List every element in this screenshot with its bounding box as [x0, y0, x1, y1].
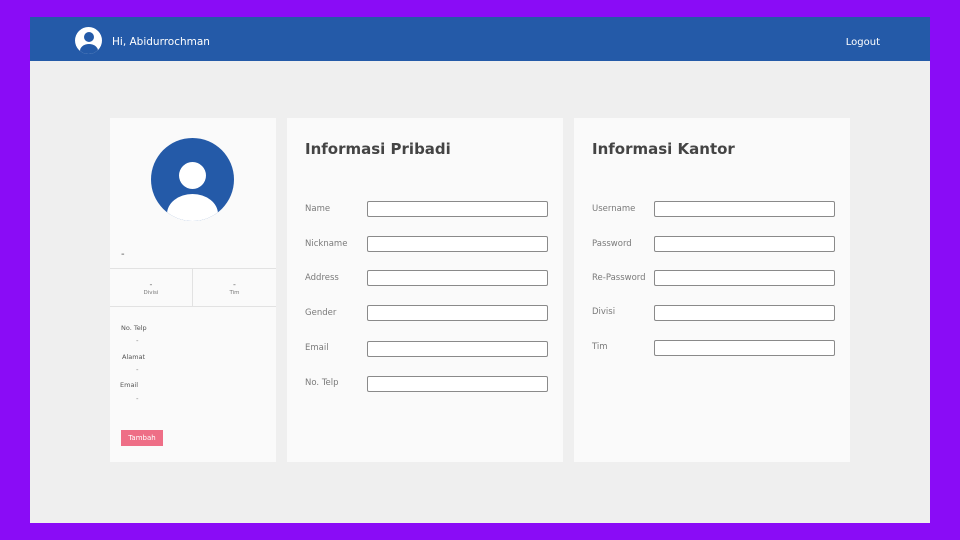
logout-link[interactable]: Logout	[846, 36, 880, 49]
username-input[interactable]	[654, 201, 835, 217]
profile-avatar-head	[179, 162, 206, 189]
profile-avatar-body	[167, 194, 218, 221]
profile-name: -	[121, 249, 125, 260]
contact-email-label: Email	[120, 381, 139, 389]
no-telp-input[interactable]	[367, 376, 548, 392]
field-label-password: Password	[592, 239, 632, 249]
contact-alamat-label: Alamat	[122, 353, 146, 361]
contact-email-value: -	[136, 395, 139, 403]
field-label-nickname: Nickname	[305, 239, 348, 249]
informasi-kantor-card: Informasi Kantor Username Password Re-Pa…	[574, 118, 850, 462]
informasi-kantor-title: Informasi Kantor	[592, 140, 735, 158]
profile-card: - - Divisi - Tim No. Telp - Alamat - Ema…	[110, 118, 276, 462]
stat-tim-label: Tim	[229, 290, 240, 296]
contact-telp-label: No. Telp	[121, 324, 147, 332]
name-input[interactable]	[367, 201, 548, 217]
address-input[interactable]	[367, 270, 548, 286]
stat-divisi-value: -	[149, 280, 153, 289]
field-label-name: Name	[305, 204, 331, 214]
field-label-gender: Gender	[305, 308, 337, 318]
gender-input[interactable]	[367, 305, 548, 321]
re-password-input[interactable]	[654, 270, 835, 286]
contact-telp-value: -	[136, 337, 139, 345]
password-input[interactable]	[654, 236, 835, 252]
email-input[interactable]	[367, 341, 548, 357]
field-label-tim: Tim	[592, 342, 608, 352]
user-greeting: Hi, Abidurrochman	[112, 36, 210, 48]
informasi-pribadi-card: Informasi Pribadi Name Nickname Address …	[287, 118, 563, 462]
field-label-divisi: Divisi	[592, 307, 616, 317]
divisi-input[interactable]	[654, 305, 835, 321]
nickname-input[interactable]	[367, 236, 548, 252]
user-avatar-icon[interactable]	[75, 27, 102, 54]
stat-divisi: - Divisi	[110, 269, 193, 306]
tambah-button[interactable]: Tambah	[121, 430, 163, 446]
stat-divisi-label: Divisi	[143, 290, 159, 296]
field-label-username: Username	[592, 204, 636, 214]
field-label-no-telp: No. Telp	[305, 378, 339, 388]
contact-alamat-value: -	[136, 366, 139, 374]
tim-input[interactable]	[654, 340, 835, 356]
stat-tim: - Tim	[193, 269, 276, 306]
app-window: Hi, Abidurrochman Logout - - Divisi - Ti…	[30, 17, 930, 523]
field-label-email: Email	[305, 343, 329, 353]
avatar-head-shape	[83, 32, 94, 42]
profile-stats: - Divisi - Tim	[110, 268, 276, 307]
field-label-re-password: Re-Password	[592, 273, 646, 283]
profile-avatar-icon	[151, 138, 234, 221]
field-label-address: Address	[305, 273, 339, 283]
stat-tim-value: -	[233, 280, 236, 289]
top-navbar: Hi, Abidurrochman Logout	[30, 17, 930, 61]
avatar-body-shape	[79, 44, 98, 54]
informasi-pribadi-title: Informasi Pribadi	[305, 140, 451, 158]
